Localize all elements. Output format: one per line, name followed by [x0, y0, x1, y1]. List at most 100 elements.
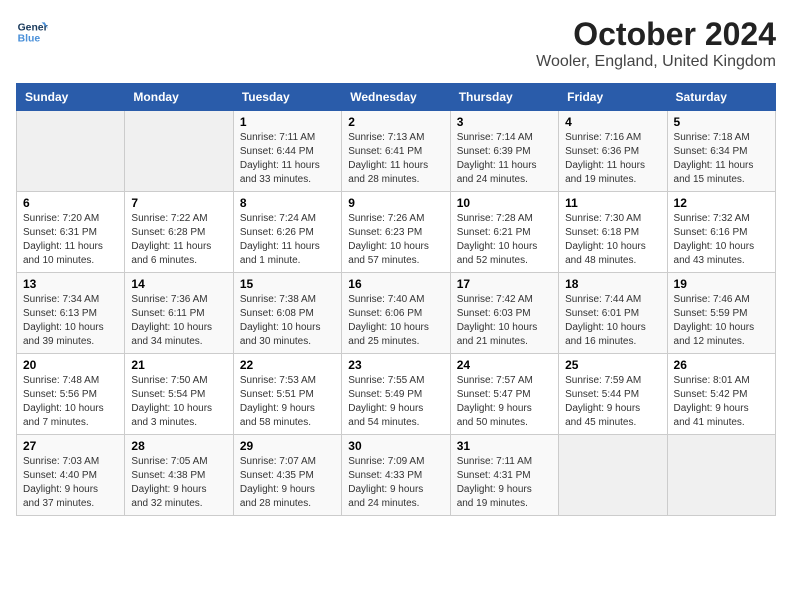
- day-info: Sunrise: 7:22 AM Sunset: 6:28 PM Dayligh…: [131, 212, 226, 268]
- calendar-cell: 20 Sunrise: 7:48 AM Sunset: 5:56 PM Dayli…: [17, 354, 125, 435]
- day-header: Wednesday: [342, 84, 450, 111]
- title-area: October 2024 Wooler, England, United Kin…: [536, 16, 776, 71]
- calendar-cell: 11Sunrise: 7:30 AM Sunset: 6:18 PM Dayli…: [559, 192, 667, 273]
- day-number: 28: [131, 439, 226, 453]
- day-number: 29: [240, 439, 335, 453]
- day-number: 11: [565, 196, 660, 210]
- calendar-cell: 26Sunrise: 8:01 AM Sunset: 5:42 PM Dayli…: [667, 354, 775, 435]
- calendar-cell: 14 Sunrise: 7:36 AM Sunset: 6:11 PM Dayli…: [125, 273, 233, 354]
- day-info: Sunrise: 7:59 AM Sunset: 5:44 PM Dayligh…: [565, 374, 660, 430]
- calendar-cell: 10Sunrise: 7:28 AM Sunset: 6:21 PM Dayli…: [450, 192, 558, 273]
- day-number: 10: [457, 196, 552, 210]
- day-number: 27: [23, 439, 118, 453]
- day-info: Sunrise: 7:53 AM Sunset: 5:51 PM Dayligh…: [240, 374, 335, 430]
- day-info: Sunrise: 7:16 AM Sunset: 6:36 PM Dayligh…: [565, 131, 660, 187]
- calendar-week: 13 Sunrise: 7:34 AM Sunset: 6:13 PM Dayli…: [17, 273, 776, 354]
- calendar-cell: 27Sunrise: 7:03 AM Sunset: 4:40 PM Dayli…: [17, 435, 125, 516]
- day-info: Sunrise: 7:18 AM Sunset: 6:34 PM Dayligh…: [674, 131, 769, 187]
- day-info: Sunrise: 7:48 AM Sunset: 5:56 PM Dayligh…: [23, 374, 118, 430]
- calendar-cell: 31 Sunrise: 7:11 AM Sunset: 4:31 PM Dayli…: [450, 435, 558, 516]
- day-number: 15: [240, 277, 335, 291]
- calendar-cell: 6 Sunrise: 7:20 AM Sunset: 6:31 PM Daylig…: [17, 192, 125, 273]
- day-number: 23: [348, 358, 443, 372]
- calendar-cell: [559, 435, 667, 516]
- calendar-cell: 15 Sunrise: 7:38 AM Sunset: 6:08 PM Dayli…: [233, 273, 341, 354]
- day-number: 31: [457, 439, 552, 453]
- day-info: Sunrise: 7:40 AM Sunset: 6:06 PM Dayligh…: [348, 293, 443, 349]
- day-info: Sunrise: 7:14 AM Sunset: 6:39 PM Dayligh…: [457, 131, 552, 187]
- calendar-cell: 8 Sunrise: 7:24 AM Sunset: 6:26 PM Daylig…: [233, 192, 341, 273]
- day-number: 21: [131, 358, 226, 372]
- day-info: Sunrise: 7:34 AM Sunset: 6:13 PM Dayligh…: [23, 293, 118, 349]
- calendar-cell: 23 Sunrise: 7:55 AM Sunset: 5:49 PM Dayli…: [342, 354, 450, 435]
- day-info: Sunrise: 7:36 AM Sunset: 6:11 PM Dayligh…: [131, 293, 226, 349]
- day-number: 19: [674, 277, 769, 291]
- calendar-cell: [17, 111, 125, 192]
- calendar-cell: 7 Sunrise: 7:22 AM Sunset: 6:28 PM Daylig…: [125, 192, 233, 273]
- calendar-cell: 21 Sunrise: 7:50 AM Sunset: 5:54 PM Dayli…: [125, 354, 233, 435]
- calendar-cell: [667, 435, 775, 516]
- day-info: Sunrise: 7:07 AM Sunset: 4:35 PM Dayligh…: [240, 455, 335, 511]
- calendar-week: 27Sunrise: 7:03 AM Sunset: 4:40 PM Dayli…: [17, 435, 776, 516]
- day-info: Sunrise: 7:20 AM Sunset: 6:31 PM Dayligh…: [23, 212, 118, 268]
- day-number: 14: [131, 277, 226, 291]
- day-number: 1: [240, 115, 335, 129]
- calendar-cell: 3 Sunrise: 7:14 AM Sunset: 6:39 PM Daylig…: [450, 111, 558, 192]
- logo-icon: General Blue: [16, 16, 48, 48]
- main-title: October 2024: [536, 16, 776, 53]
- day-info: Sunrise: 7:46 AM Sunset: 5:59 PM Dayligh…: [674, 293, 769, 349]
- day-number: 13: [23, 277, 118, 291]
- day-header: Tuesday: [233, 84, 341, 111]
- day-info: Sunrise: 7:38 AM Sunset: 6:08 PM Dayligh…: [240, 293, 335, 349]
- calendar-cell: 13 Sunrise: 7:34 AM Sunset: 6:13 PM Dayli…: [17, 273, 125, 354]
- day-header: Monday: [125, 84, 233, 111]
- day-info: Sunrise: 7:57 AM Sunset: 5:47 PM Dayligh…: [457, 374, 552, 430]
- day-number: 12: [674, 196, 769, 210]
- day-number: 20: [23, 358, 118, 372]
- day-number: 3: [457, 115, 552, 129]
- day-number: 2: [348, 115, 443, 129]
- header-row: SundayMondayTuesdayWednesdayThursdayFrid…: [17, 84, 776, 111]
- calendar-cell: [125, 111, 233, 192]
- calendar-cell: 12 Sunrise: 7:32 AM Sunset: 6:16 PM Dayli…: [667, 192, 775, 273]
- day-number: 30: [348, 439, 443, 453]
- calendar-cell: 17Sunrise: 7:42 AM Sunset: 6:03 PM Dayli…: [450, 273, 558, 354]
- day-info: Sunrise: 7:44 AM Sunset: 6:01 PM Dayligh…: [565, 293, 660, 349]
- day-number: 25: [565, 358, 660, 372]
- calendar-cell: 5 Sunrise: 7:18 AM Sunset: 6:34 PM Daylig…: [667, 111, 775, 192]
- svg-text:Blue: Blue: [18, 34, 41, 45]
- calendar-cell: 19 Sunrise: 7:46 AM Sunset: 5:59 PM Dayli…: [667, 273, 775, 354]
- calendar-cell: 30 Sunrise: 7:09 AM Sunset: 4:33 PM Dayli…: [342, 435, 450, 516]
- day-info: Sunrise: 8:01 AM Sunset: 5:42 PM Dayligh…: [674, 374, 769, 430]
- day-number: 17: [457, 277, 552, 291]
- calendar-week: 20 Sunrise: 7:48 AM Sunset: 5:56 PM Dayli…: [17, 354, 776, 435]
- day-info: Sunrise: 7:09 AM Sunset: 4:33 PM Dayligh…: [348, 455, 443, 511]
- calendar-cell: 22 Sunrise: 7:53 AM Sunset: 5:51 PM Dayli…: [233, 354, 341, 435]
- calendar-cell: 1 Sunrise: 7:11 AM Sunset: 6:44 PM Daylig…: [233, 111, 341, 192]
- day-header: Thursday: [450, 84, 558, 111]
- day-info: Sunrise: 7:24 AM Sunset: 6:26 PM Dayligh…: [240, 212, 335, 268]
- day-header: Sunday: [17, 84, 125, 111]
- header: General Blue October 2024 Wooler, Englan…: [16, 16, 776, 71]
- calendar-cell: 2Sunrise: 7:13 AM Sunset: 6:41 PM Daylig…: [342, 111, 450, 192]
- day-number: 6: [23, 196, 118, 210]
- day-info: Sunrise: 7:11 AM Sunset: 4:31 PM Dayligh…: [457, 455, 552, 511]
- day-number: 9: [348, 196, 443, 210]
- day-number: 5: [674, 115, 769, 129]
- calendar-cell: 16Sunrise: 7:40 AM Sunset: 6:06 PM Dayli…: [342, 273, 450, 354]
- day-info: Sunrise: 7:55 AM Sunset: 5:49 PM Dayligh…: [348, 374, 443, 430]
- calendar-cell: 18Sunrise: 7:44 AM Sunset: 6:01 PM Dayli…: [559, 273, 667, 354]
- day-number: 22: [240, 358, 335, 372]
- day-number: 8: [240, 196, 335, 210]
- day-info: Sunrise: 7:32 AM Sunset: 6:16 PM Dayligh…: [674, 212, 769, 268]
- day-number: 24: [457, 358, 552, 372]
- day-header: Saturday: [667, 84, 775, 111]
- subtitle: Wooler, England, United Kingdom: [536, 53, 776, 71]
- calendar-week: 1 Sunrise: 7:11 AM Sunset: 6:44 PM Daylig…: [17, 111, 776, 192]
- day-number: 7: [131, 196, 226, 210]
- day-info: Sunrise: 7:05 AM Sunset: 4:38 PM Dayligh…: [131, 455, 226, 511]
- day-info: Sunrise: 7:50 AM Sunset: 5:54 PM Dayligh…: [131, 374, 226, 430]
- calendar-week: 6 Sunrise: 7:20 AM Sunset: 6:31 PM Daylig…: [17, 192, 776, 273]
- day-info: Sunrise: 7:11 AM Sunset: 6:44 PM Dayligh…: [240, 131, 335, 187]
- calendar-cell: 29 Sunrise: 7:07 AM Sunset: 4:35 PM Dayli…: [233, 435, 341, 516]
